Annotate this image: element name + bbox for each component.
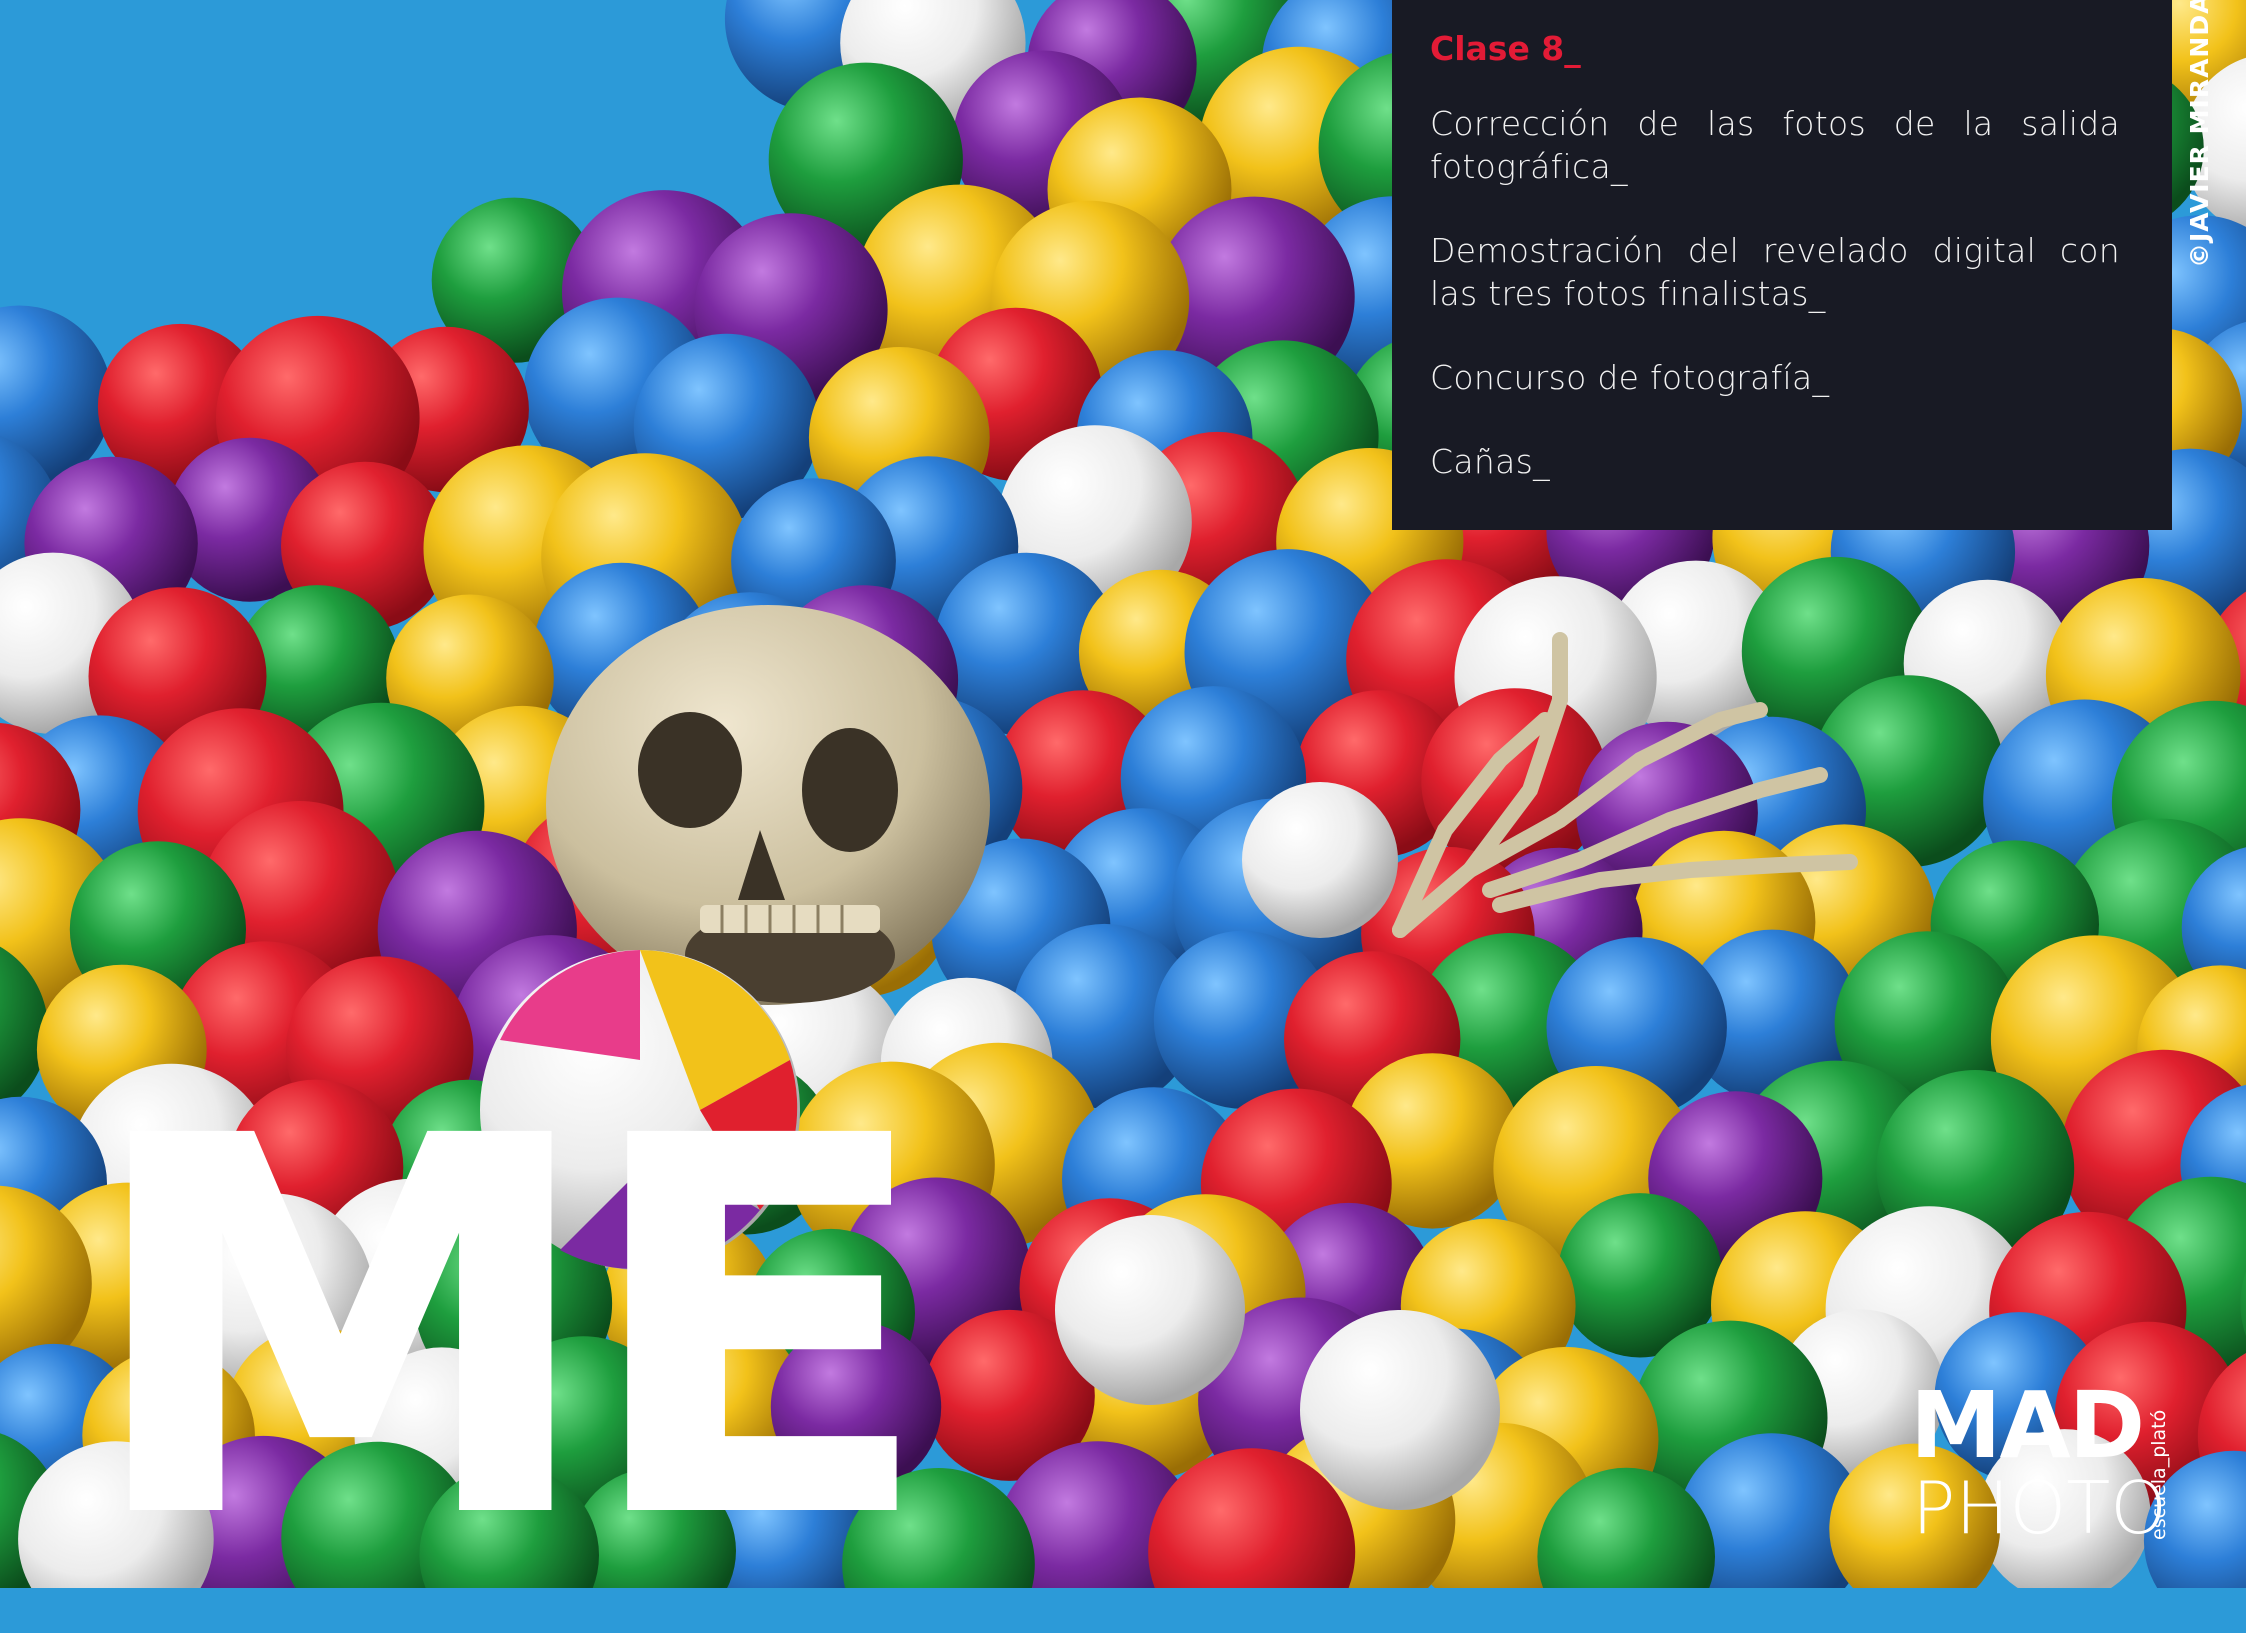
logo-side-text: escuela_plató: [2148, 1409, 2170, 1540]
panel-item-concurso: Concurso de fotografía_: [1430, 358, 1830, 397]
white-ball: [1055, 1215, 1245, 1405]
white-ball: [1300, 1310, 1500, 1510]
class-heading: Clase 8_: [1430, 29, 1581, 68]
logo-line-1: MAD: [1910, 1372, 2145, 1479]
big-letters: ME: [82, 1027, 935, 1633]
panel-item-canas: Cañas_: [1430, 442, 1550, 481]
photo-credit: ©JAVIER MIRANDA: [2185, 0, 2214, 268]
skull: [546, 605, 990, 1005]
white-ball: [1242, 782, 1398, 938]
class-info-panel: Clase 8_ Corrección de las fotos de la s…: [1392, 0, 2172, 530]
madphoto-logo: MAD PHOTO escuela_plató: [1910, 1380, 2170, 1560]
panel-item-correccion: Corrección de las fotos de la salida fot…: [1430, 104, 2120, 186]
panel-item-demostracion: Demostración del revelado digital con la…: [1430, 231, 2120, 313]
logo-line-2: PHOTO: [1912, 1466, 2167, 1550]
